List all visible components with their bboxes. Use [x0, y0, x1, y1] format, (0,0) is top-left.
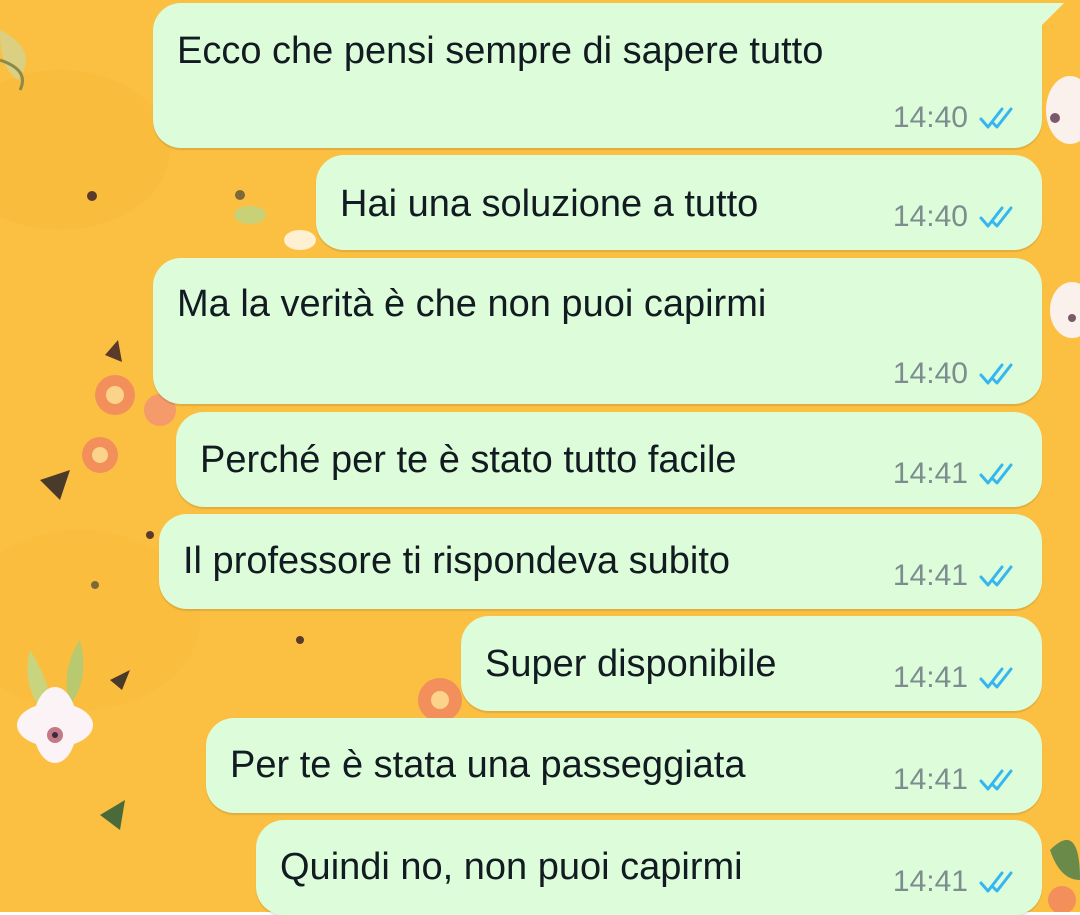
message-bubble[interactable]: Per te è stata una passeggiata 14:41 — [206, 718, 1042, 813]
read-double-check-icon — [979, 463, 1013, 485]
message-timestamp: 14:40 — [892, 357, 968, 390]
message-text: Per te è stata una passeggiata — [230, 744, 746, 786]
read-double-check-icon — [979, 769, 1013, 791]
message-text: Hai una soluzione a tutto — [340, 183, 759, 225]
read-double-check-icon — [979, 206, 1013, 228]
message-text: Ma la verità è che non puoi capirmi — [177, 283, 767, 325]
message-bubble[interactable]: Il professore ti rispondeva subito 14:41 — [159, 514, 1042, 609]
message-text: Il professore ti rispondeva subito — [183, 540, 731, 582]
read-double-check-icon — [979, 363, 1013, 385]
read-double-check-icon — [979, 871, 1013, 893]
read-double-check-icon — [979, 667, 1013, 689]
message-bubble[interactable]: Quindi no, non puoi capirmi 14:41 — [256, 820, 1042, 915]
message-text: Super disponibile — [485, 643, 777, 685]
message-bubble[interactable]: Hai una soluzione a tutto 14:40 — [316, 155, 1042, 250]
message-bubble[interactable]: Ecco che pensi sempre di sapere tutto 14… — [153, 3, 1064, 148]
message-timestamp: 14:41 — [892, 865, 968, 898]
read-double-check-icon — [979, 565, 1013, 587]
message-bubble[interactable]: Ma la verità è che non puoi capirmi 14:4… — [153, 258, 1042, 404]
chat-message-list[interactable]: Ecco che pensi sempre di sapere tutto 14… — [0, 0, 1080, 915]
message-text: Ecco che pensi sempre di sapere tutto — [177, 30, 824, 72]
message-bubble[interactable]: Perché per te è stato tutto facile 14:41 — [176, 412, 1042, 507]
message-text: Quindi no, non puoi capirmi — [280, 846, 743, 888]
message-timestamp: 14:40 — [892, 200, 968, 233]
message-timestamp: 14:40 — [892, 101, 968, 134]
message-text: Perché per te è stato tutto facile — [200, 439, 737, 481]
message-timestamp: 14:41 — [892, 457, 968, 490]
message-timestamp: 14:41 — [892, 763, 968, 796]
message-timestamp: 14:41 — [892, 661, 968, 694]
message-timestamp: 14:41 — [892, 559, 968, 592]
bubble-tail — [1040, 3, 1064, 27]
read-double-check-icon — [979, 107, 1013, 129]
message-bubble[interactable]: Super disponibile 14:41 — [461, 616, 1042, 711]
